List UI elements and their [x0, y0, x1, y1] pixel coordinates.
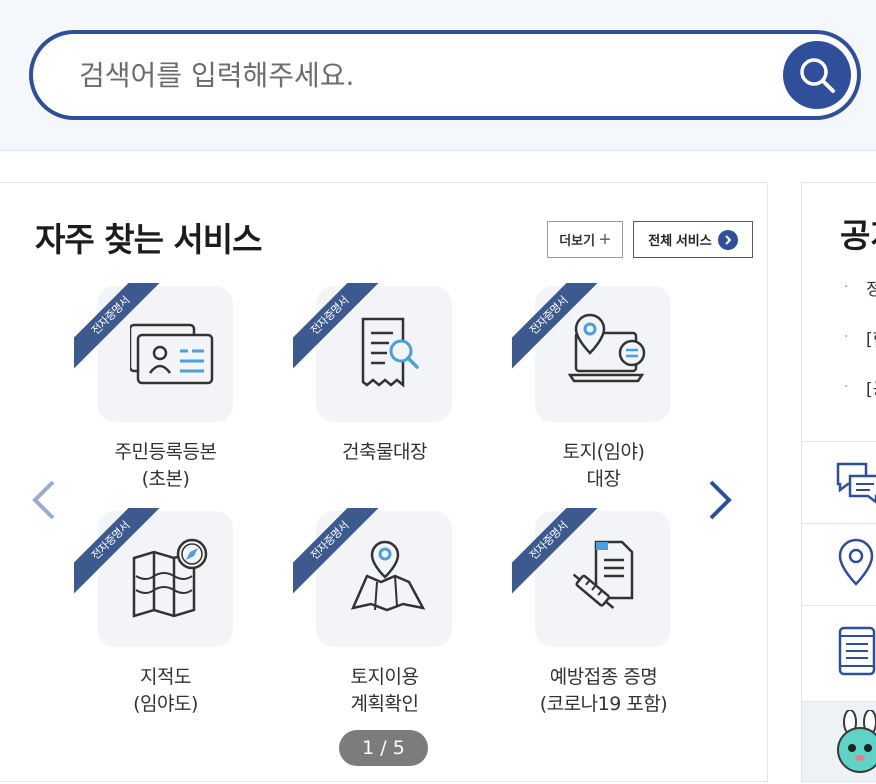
carousel-pager: 1 / 5: [339, 730, 428, 766]
location-pin-icon: [838, 538, 874, 586]
id-card-icon: [130, 323, 214, 385]
search-icon: [800, 58, 835, 93]
folded-map-pin-icon: [350, 540, 426, 612]
service-tile-resident-register[interactable]: 전자증명서 주민등록등본 (초본): [74, 283, 244, 513]
more-label: 더보기: [559, 233, 596, 248]
notice-item[interactable]: [한: [866, 325, 876, 350]
section-title: 자주 찾는 서비스: [35, 220, 262, 259]
syringe-document-icon: [572, 540, 634, 609]
map-compass-icon: [132, 538, 208, 618]
chat-bubbles-icon: [836, 462, 876, 504]
chevron-right-icon: [717, 229, 738, 250]
more-button[interactable]: 더보기 +: [547, 221, 623, 258]
rabbit-mascot-icon: [837, 710, 876, 773]
service-tile-land-use-plan[interactable]: 전자증명서 토지이용 계획확인: [293, 508, 463, 738]
notice-item[interactable]: [공: [866, 375, 876, 400]
notice-item[interactable]: 정: [866, 275, 876, 300]
notice-title: 공지: [840, 216, 876, 255]
mobile-phone-icon: [838, 626, 876, 676]
carousel-next-button[interactable]: [705, 478, 735, 522]
tile-label: 토지이용 계획확인: [350, 666, 419, 715]
service-tile-land-register[interactable]: 전자증명서 토지(임야) 대장: [512, 283, 682, 513]
quick-link-mobile[interactable]: [802, 605, 876, 701]
service-tile-vaccination-certificate[interactable]: 전자증명서 예방접종 증명 (코로나19 포함): [512, 508, 682, 738]
document-search-icon: [361, 317, 419, 388]
tile-label: 토지(임야) 대장: [562, 441, 645, 490]
all-services-label: 전체 서비스: [648, 233, 712, 248]
notice-panel: 공지 · 정 · [한 · [공: [801, 182, 876, 782]
search-box: [29, 30, 861, 120]
all-services-button[interactable]: 전체 서비스: [633, 221, 753, 258]
service-tile-building-register[interactable]: 전자증명서 건축물대장: [293, 283, 463, 513]
carousel-prev-button[interactable]: [29, 478, 59, 522]
tile-label: 예방접종 증명 (코로나19 포함): [539, 666, 668, 715]
search-area: [0, 0, 876, 151]
tile-label: 지적도 (임야도): [133, 666, 198, 715]
chatbot-area[interactable]: [802, 701, 876, 781]
plus-icon: +: [599, 228, 611, 251]
search-button[interactable]: [783, 41, 851, 109]
tile-label: 건축물대장: [342, 441, 427, 463]
laptop-location-icon: [568, 313, 646, 383]
quick-link-location[interactable]: [802, 523, 876, 605]
search-input[interactable]: [79, 52, 759, 98]
tile-label: 주민등록등본 (초본): [114, 441, 217, 490]
service-tile-cadastral-map[interactable]: 전자증명서 지적도 (임야도): [74, 508, 244, 738]
quick-link-chat[interactable]: [802, 441, 876, 523]
frequent-services-card: 자주 찾는 서비스 더보기 + 전체 서비스 전자증명서 주민등록등본 (초본): [0, 182, 768, 782]
